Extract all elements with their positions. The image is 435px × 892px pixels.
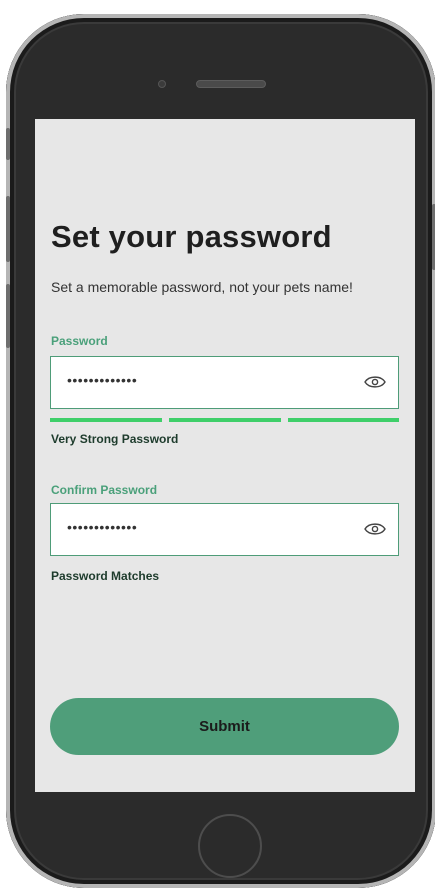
page-subtitle: Set a memorable password, not your pets … [51, 279, 353, 295]
confirm-password-field[interactable]: ••••••••••••• [50, 503, 399, 556]
password-value: ••••••••••••• [67, 372, 138, 388]
strength-segment-1 [50, 418, 162, 422]
eye-icon[interactable] [364, 374, 386, 390]
password-strength-text: Very Strong Password [51, 432, 179, 446]
password-label: Password [51, 334, 108, 348]
home-button[interactable] [198, 814, 262, 878]
earpiece-speaker [196, 80, 266, 88]
strength-segment-3 [288, 418, 399, 422]
volume-down-button [6, 284, 10, 348]
password-match-text: Password Matches [51, 569, 160, 583]
eye-icon[interactable] [364, 521, 386, 537]
confirm-password-value: ••••••••••••• [67, 519, 138, 535]
confirm-password-label: Confirm Password [51, 483, 158, 497]
submit-button[interactable]: Submit [50, 698, 399, 755]
front-camera [158, 80, 166, 88]
app-screen: Set your password Set a memorable passwo… [35, 119, 415, 792]
strength-segment-2 [169, 418, 281, 422]
volume-up-button [6, 196, 10, 262]
password-field[interactable]: ••••••••••••• [50, 356, 399, 409]
mute-switch [6, 128, 10, 160]
page-title: Set your password [51, 219, 332, 254]
